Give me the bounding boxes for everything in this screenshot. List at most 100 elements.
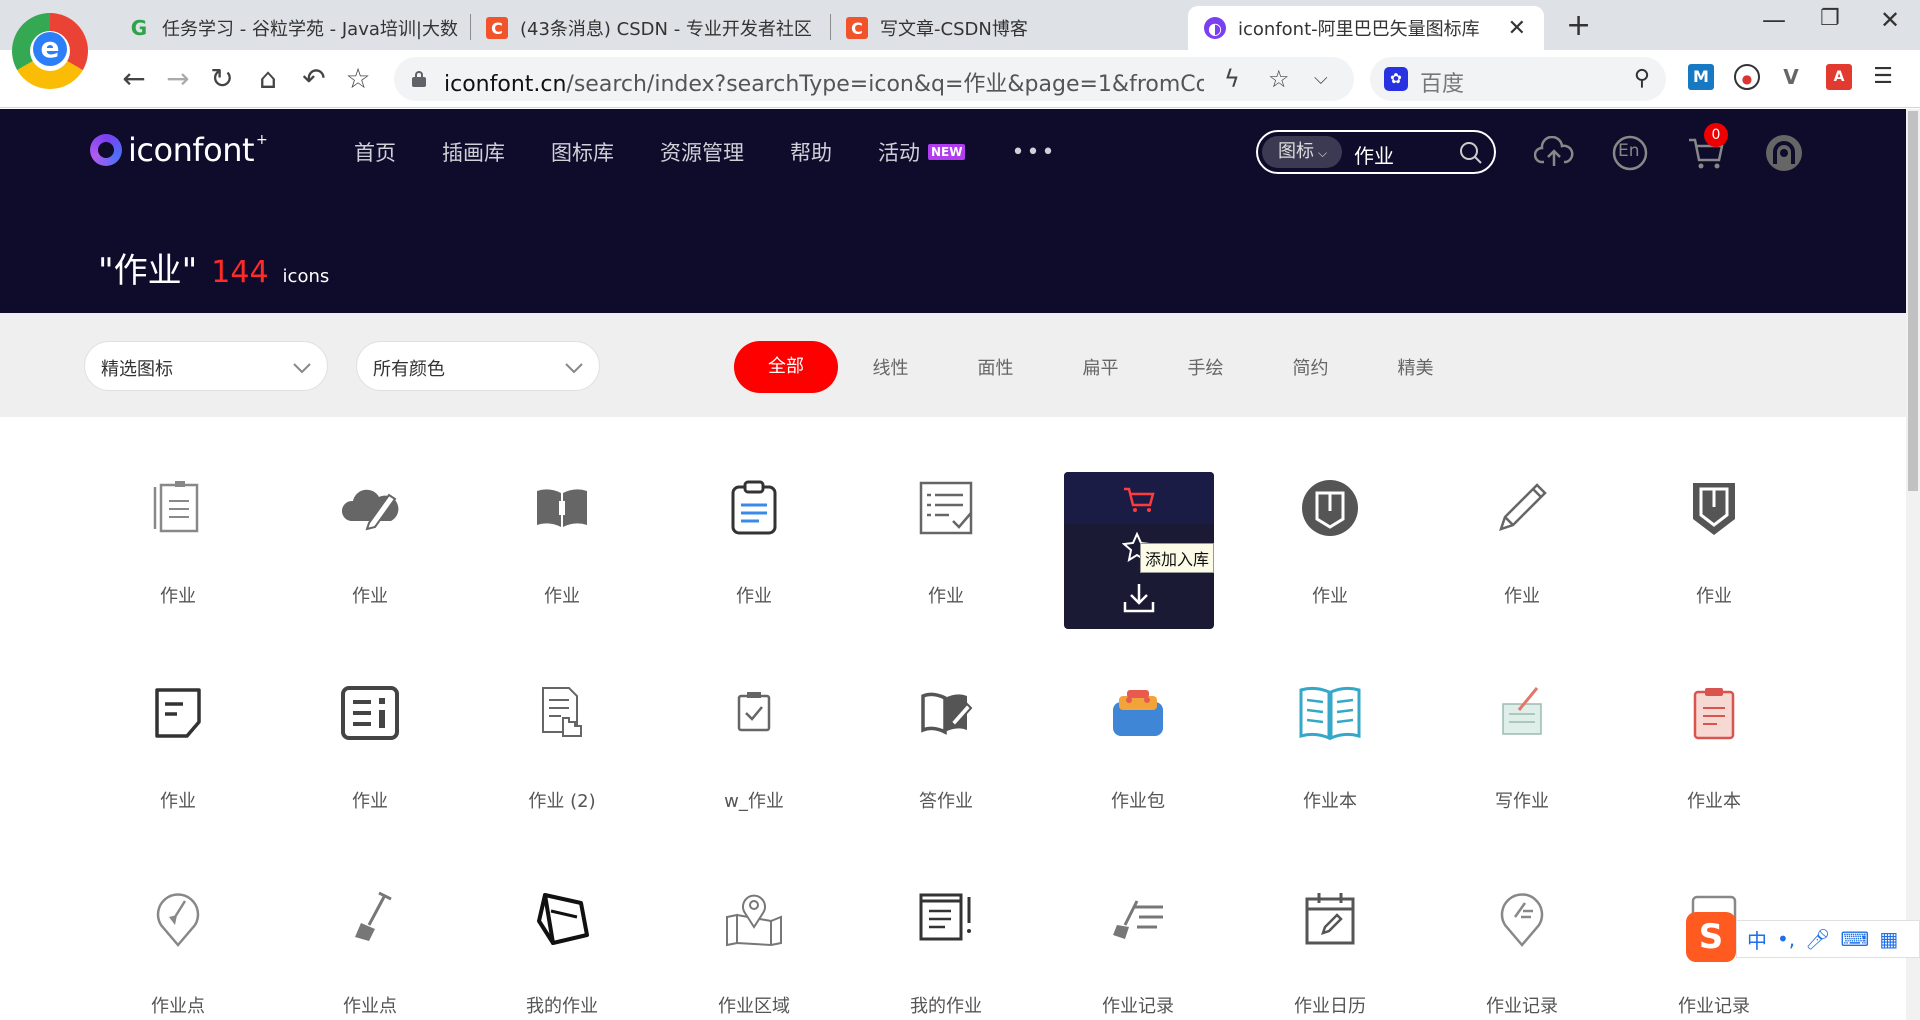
chevron-down-icon[interactable]: ⌵ <box>1314 68 1328 89</box>
nav-help[interactable]: 帮助 <box>790 137 832 167</box>
search-icon[interactable] <box>1458 140 1484 166</box>
nav-activity[interactable]: 活动 NEW <box>878 137 966 167</box>
writing-pad-icon <box>1502 687 1542 735</box>
address-bar: ← → ↻ ⌂ ↶ ☆ iconfont.cn/search/index?sea… <box>0 50 1920 108</box>
ime-toolbar[interactable]: S 中 •, 🎤︎ ⌨ ▦ <box>1686 908 1920 970</box>
url-text[interactable]: iconfont.cn/search/index?searchType=icon… <box>444 66 1204 98</box>
forward-icon[interactable]: → <box>162 60 194 96</box>
search-input[interactable]: 作业 <box>1354 140 1394 169</box>
icon-hover-card[interactable]: 添加入库 <box>1064 472 1215 629</box>
more-icon[interactable]: ••• <box>1011 140 1056 165</box>
nav-illustrations[interactable]: 插画库 <box>442 137 505 167</box>
icon-card[interactable]: 作业记录 <box>1447 827 1597 1017</box>
icon-card[interactable]: 作业日历 <box>1255 827 1405 1017</box>
doc-hand-icon <box>542 687 582 737</box>
chevron-down-icon: ⌵ <box>1318 146 1328 160</box>
category-select[interactable]: 精选图标 <box>84 341 328 391</box>
result-unit: icons <box>282 266 330 287</box>
icon-card[interactable]: 作业 <box>103 622 253 812</box>
tab-csdn-write[interactable]: C 写文章-CSDN博客 <box>846 6 1176 50</box>
home-icon[interactable]: ⌂ <box>252 60 284 96</box>
keyboard-icon[interactable]: ⌨ <box>1841 927 1870 951</box>
icon-card[interactable]: 作业包 <box>1063 622 1213 812</box>
icon-card[interactable]: 作业 (2) <box>487 622 637 812</box>
icon-card[interactable]: 作业区域 <box>679 827 829 1017</box>
reload-icon[interactable]: ↻ <box>206 60 238 96</box>
browser-search-box[interactable]: ✿ 百度 ⚲ <box>1370 57 1666 101</box>
icon-card[interactable]: 作业本 <box>1255 622 1405 812</box>
icon-card[interactable]: 作业 <box>871 417 1021 607</box>
icon-card[interactable]: 作业 <box>1255 417 1405 607</box>
ext-m-icon[interactable]: M <box>1688 64 1714 90</box>
icon-card[interactable]: 作业记录 <box>1063 827 1213 1017</box>
color-select[interactable]: 所有颜色 <box>356 341 600 391</box>
ime-lang[interactable]: 中 <box>1747 925 1767 954</box>
tab-simple[interactable]: 简约 <box>1258 354 1363 380</box>
icon-card[interactable]: 写作业 <box>1447 622 1597 812</box>
tab-all[interactable]: 全部 <box>734 341 838 393</box>
download-icon[interactable] <box>1122 582 1156 614</box>
note-icon <box>155 688 201 738</box>
undo-icon[interactable]: ↶ <box>298 60 330 96</box>
cart-icon[interactable]: 0 <box>1686 123 1728 173</box>
site-search[interactable]: 图标 ⌵ 作业 <box>1256 130 1496 174</box>
baidu-icon: ✿ <box>1384 67 1408 91</box>
icon-card[interactable]: 我的作业 <box>487 827 637 1017</box>
search-type-select[interactable]: 图标 ⌵ <box>1262 136 1342 168</box>
tab-iconfont[interactable]: ◐ iconfont-阿里巴巴矢量图标库 ✕ <box>1188 6 1544 50</box>
icon-card[interactable]: 作业 <box>295 417 445 607</box>
lightning-icon[interactable]: ϟ <box>1224 65 1240 93</box>
scrollbar[interactable] <box>1906 109 1920 1020</box>
icon-card[interactable]: 作业 <box>487 417 637 607</box>
icon-card[interactable]: 作业点 <box>295 827 445 1017</box>
cart-add-icon[interactable] <box>1122 486 1156 514</box>
grid-icon[interactable]: ▦ <box>1879 927 1898 951</box>
star-icon[interactable]: ☆ <box>1268 65 1290 93</box>
nav-home[interactable]: 首页 <box>354 137 396 167</box>
tab-csdn[interactable]: C (43条消息) CSDN - 专业开发者社区 <box>486 6 818 50</box>
tab-fill[interactable]: 面性 <box>943 354 1048 380</box>
minimize-button[interactable]: — <box>1762 6 1786 34</box>
tab-handdrawn[interactable]: 手绘 <box>1153 354 1258 380</box>
tab-flat[interactable]: 扁平 <box>1048 354 1153 380</box>
icon-card[interactable]: 作业 <box>103 417 253 607</box>
menu-icon[interactable]: ☰ <box>1870 64 1896 90</box>
iconfont-logo[interactable]: iconfont + <box>90 131 268 169</box>
microphone-icon[interactable]: 🎤︎ <box>1805 927 1830 951</box>
icon-card[interactable]: 作业点 <box>103 827 253 1017</box>
sogou-icon[interactable]: S <box>1686 912 1736 962</box>
punctuation-icon[interactable]: •, <box>1777 927 1795 951</box>
result-query: "作业" <box>98 251 198 291</box>
icon-card[interactable]: w_作业 <box>679 622 829 812</box>
tab-guli[interactable]: G 任务学习 - 谷粒学苑 - Java培训|大数 <box>128 6 458 50</box>
restore-button[interactable]: ❐ <box>1820 6 1840 31</box>
book-pen-icon <box>921 692 973 735</box>
icon-card[interactable]: 作业 <box>679 417 829 607</box>
close-window-button[interactable]: ✕ <box>1880 6 1900 34</box>
icon-card[interactable]: 作业 <box>1447 417 1597 607</box>
new-tab-button[interactable]: + <box>1566 8 1591 43</box>
icon-card[interactable]: 作业 <box>1639 417 1789 607</box>
ext-v-icon[interactable]: V <box>1778 64 1804 90</box>
cart-count-badge: 0 <box>1704 123 1728 147</box>
avatar[interactable] <box>1764 133 1804 173</box>
nav-resources[interactable]: 资源管理 <box>660 137 744 167</box>
close-icon[interactable]: ✕ <box>1508 16 1526 41</box>
upload-cloud-icon[interactable] <box>1534 133 1574 173</box>
tab-fine[interactable]: 精美 <box>1363 354 1468 380</box>
search-icon[interactable]: ⚲ <box>1634 66 1650 91</box>
open-book-icon <box>537 489 587 527</box>
ext-record-icon[interactable]: ● <box>1734 64 1760 90</box>
icon-card[interactable]: 我的作业 <box>871 827 1021 1017</box>
tab-line[interactable]: 线性 <box>838 354 943 380</box>
nav-icon-library[interactable]: 图标库 <box>551 137 614 167</box>
ext-pdf-icon[interactable]: A <box>1826 64 1852 90</box>
icon-card[interactable]: 答作业 <box>871 622 1021 812</box>
omnibox[interactable]: iconfont.cn/search/index?searchType=icon… <box>394 57 1354 101</box>
checklist-icon <box>919 481 973 535</box>
bookmark-star-icon[interactable]: ☆ <box>342 60 374 96</box>
icon-card[interactable]: 作业本 <box>1639 622 1789 812</box>
back-icon[interactable]: ← <box>118 60 150 96</box>
icon-card[interactable]: 作业 <box>295 622 445 812</box>
language-icon[interactable]: En <box>1610 133 1650 173</box>
